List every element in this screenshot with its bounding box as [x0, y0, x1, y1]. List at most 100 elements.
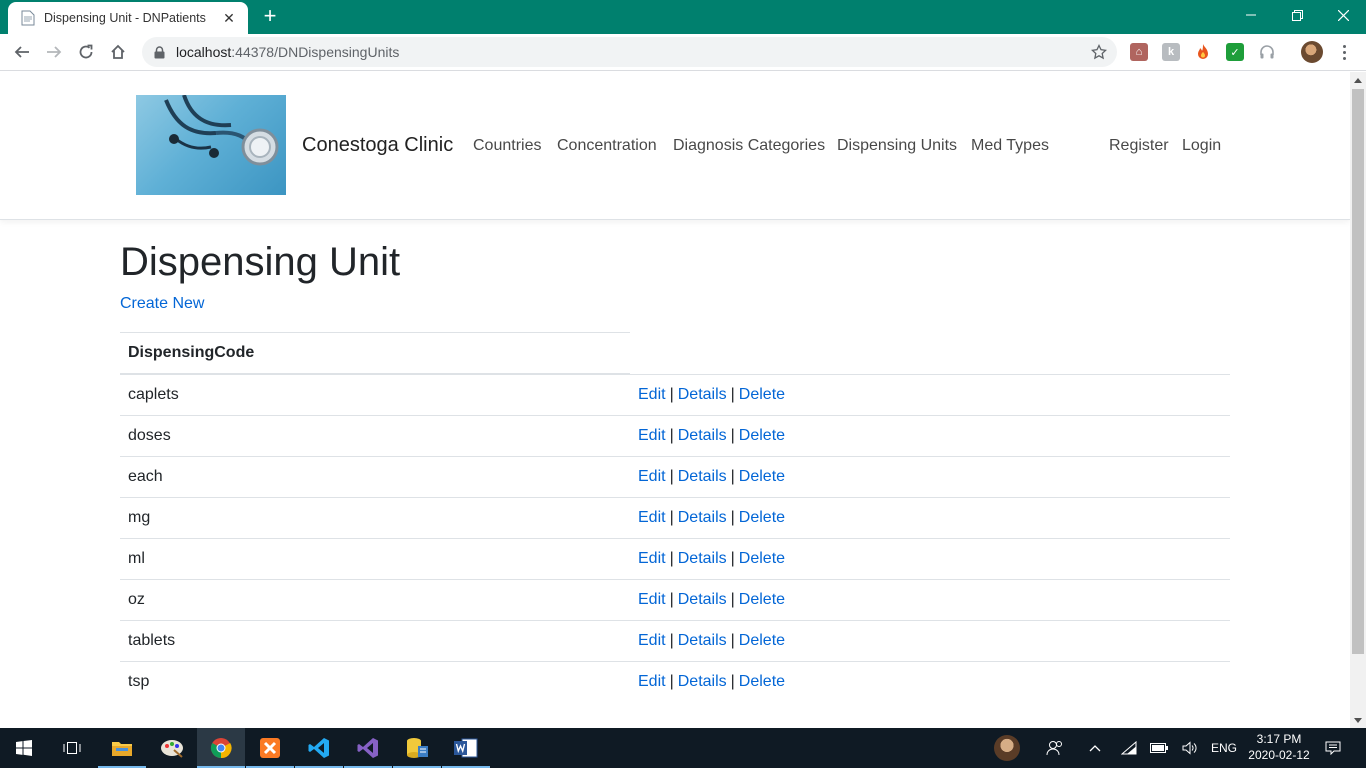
- profile-avatar[interactable]: [1301, 41, 1323, 63]
- details-link[interactable]: Details: [678, 550, 727, 567]
- separator: |: [669, 673, 674, 690]
- table-row: tsp Edit | Details | Delete: [120, 662, 1230, 703]
- lock-icon[interactable]: [152, 45, 166, 59]
- browser-tab[interactable]: Dispensing Unit - DNPatients ✕: [8, 2, 248, 34]
- nav-med-types[interactable]: Med Types: [971, 137, 1049, 155]
- scrollbar-thumb[interactable]: [1352, 89, 1364, 654]
- database-tool-app-icon[interactable]: [393, 728, 441, 768]
- separator: |: [730, 673, 735, 690]
- system-clock[interactable]: 3:17 PM 2020-02-12: [1244, 731, 1314, 763]
- restore-icon[interactable]: [1274, 0, 1320, 30]
- edit-link[interactable]: Edit: [638, 550, 666, 567]
- pdf-extension-icon[interactable]: ⌂: [1130, 43, 1148, 61]
- url-host: localhost: [176, 44, 232, 60]
- details-link[interactable]: Details: [678, 632, 727, 649]
- delete-link[interactable]: Delete: [739, 427, 785, 444]
- file-explorer-icon[interactable]: [98, 728, 146, 768]
- separator: |: [669, 509, 674, 526]
- table-row: each Edit | Details | Delete: [120, 457, 1230, 498]
- nav-diagnosis-categories[interactable]: Diagnosis Categories: [673, 137, 825, 155]
- paint-app-icon[interactable]: [148, 728, 196, 768]
- vscode-app-icon[interactable]: [295, 728, 343, 768]
- nav-concentration[interactable]: Concentration: [557, 137, 657, 155]
- volume-icon[interactable]: [1177, 728, 1203, 768]
- delete-link[interactable]: Delete: [739, 386, 785, 403]
- reload-icon[interactable]: [73, 39, 99, 65]
- visual-studio-app-icon[interactable]: [344, 728, 392, 768]
- edit-link[interactable]: Edit: [638, 591, 666, 608]
- close-window-icon[interactable]: [1320, 0, 1366, 30]
- nav-register[interactable]: Register: [1109, 137, 1169, 155]
- battery-icon[interactable]: [1146, 728, 1172, 768]
- address-bar[interactable]: localhost :44378/DNDispensingUnits: [142, 37, 1117, 67]
- edit-link[interactable]: Edit: [638, 427, 666, 444]
- details-link[interactable]: Details: [678, 673, 727, 690]
- page-viewport: Conestoga Clinic Countries Concentration…: [0, 72, 1350, 728]
- bookmark-star-icon[interactable]: [1089, 42, 1109, 62]
- browser-menu-icon[interactable]: [1334, 42, 1354, 62]
- delete-link[interactable]: Delete: [739, 468, 785, 485]
- new-tab-icon[interactable]: +: [258, 5, 282, 29]
- edit-link[interactable]: Edit: [638, 386, 666, 403]
- table-row: doses Edit | Details | Delete: [120, 416, 1230, 457]
- input-language[interactable]: ENG: [1208, 728, 1240, 768]
- table-row: caplets Edit | Details | Delete: [120, 375, 1230, 416]
- user-avatar-icon[interactable]: [990, 728, 1024, 768]
- browser-toolbar: localhost :44378/DNDispensingUnits ⌂ k ✓: [0, 34, 1366, 71]
- page-scrollbar[interactable]: [1350, 72, 1366, 728]
- page-icon: [20, 10, 36, 26]
- details-link[interactable]: Details: [678, 509, 727, 526]
- fire-extension-icon[interactable]: [1194, 43, 1212, 61]
- minimize-icon[interactable]: [1228, 0, 1274, 30]
- details-link[interactable]: Details: [678, 468, 727, 485]
- checkmark-extension-icon[interactable]: ✓: [1226, 43, 1244, 61]
- table-row: ml Edit | Details | Delete: [120, 539, 1230, 580]
- separator: |: [669, 591, 674, 608]
- details-link[interactable]: Details: [678, 591, 727, 608]
- scroll-up-icon[interactable]: [1350, 72, 1366, 88]
- page-title: Dispensing Unit: [120, 240, 401, 284]
- scroll-down-icon[interactable]: [1350, 712, 1366, 728]
- delete-link[interactable]: Delete: [739, 509, 785, 526]
- nav-login[interactable]: Login: [1182, 137, 1221, 155]
- create-new-link[interactable]: Create New: [120, 295, 204, 313]
- task-view-icon[interactable]: [48, 728, 96, 768]
- delete-link[interactable]: Delete: [739, 632, 785, 649]
- separator: |: [669, 427, 674, 444]
- site-header: Conestoga Clinic Countries Concentration…: [0, 72, 1350, 220]
- show-hidden-icons-icon[interactable]: [1082, 728, 1108, 768]
- delete-link[interactable]: Delete: [739, 591, 785, 608]
- edit-link[interactable]: Edit: [638, 632, 666, 649]
- details-link[interactable]: Details: [678, 386, 727, 403]
- delete-link[interactable]: Delete: [739, 673, 785, 690]
- xampp-app-icon[interactable]: [246, 728, 294, 768]
- edit-link[interactable]: Edit: [638, 673, 666, 690]
- notifications-icon[interactable]: [1320, 728, 1346, 768]
- home-icon[interactable]: [105, 39, 131, 65]
- url-path: :44378/DNDispensingUnits: [231, 44, 400, 60]
- people-icon[interactable]: [1040, 728, 1070, 768]
- separator: |: [669, 550, 674, 567]
- nav-dispensing-units[interactable]: Dispensing Units: [837, 137, 957, 155]
- chrome-app-icon[interactable]: [197, 728, 245, 768]
- edit-link[interactable]: Edit: [638, 468, 666, 485]
- details-link[interactable]: Details: [678, 427, 727, 444]
- stethoscope-logo-image[interactable]: [136, 95, 286, 195]
- separator: |: [730, 632, 735, 649]
- separator: |: [730, 591, 735, 608]
- k-extension-icon[interactable]: k: [1162, 43, 1180, 61]
- headphones-extension-icon[interactable]: [1258, 43, 1276, 61]
- forward-icon[interactable]: [41, 39, 67, 65]
- delete-link[interactable]: Delete: [739, 550, 785, 567]
- dispensing-code-cell: mg: [128, 509, 151, 526]
- row-actions: Edit | Details | Delete: [638, 591, 785, 609]
- nav-countries[interactable]: Countries: [473, 137, 541, 155]
- tab-close-icon[interactable]: ✕: [220, 9, 238, 27]
- edit-link[interactable]: Edit: [638, 509, 666, 526]
- dispensing-code-cell: tsp: [128, 673, 150, 690]
- windows-start-icon[interactable]: [0, 728, 48, 768]
- back-icon[interactable]: [9, 39, 35, 65]
- word-app-icon[interactable]: [442, 728, 490, 768]
- wifi-icon[interactable]: [1116, 728, 1142, 768]
- brand-link[interactable]: Conestoga Clinic: [302, 134, 453, 157]
